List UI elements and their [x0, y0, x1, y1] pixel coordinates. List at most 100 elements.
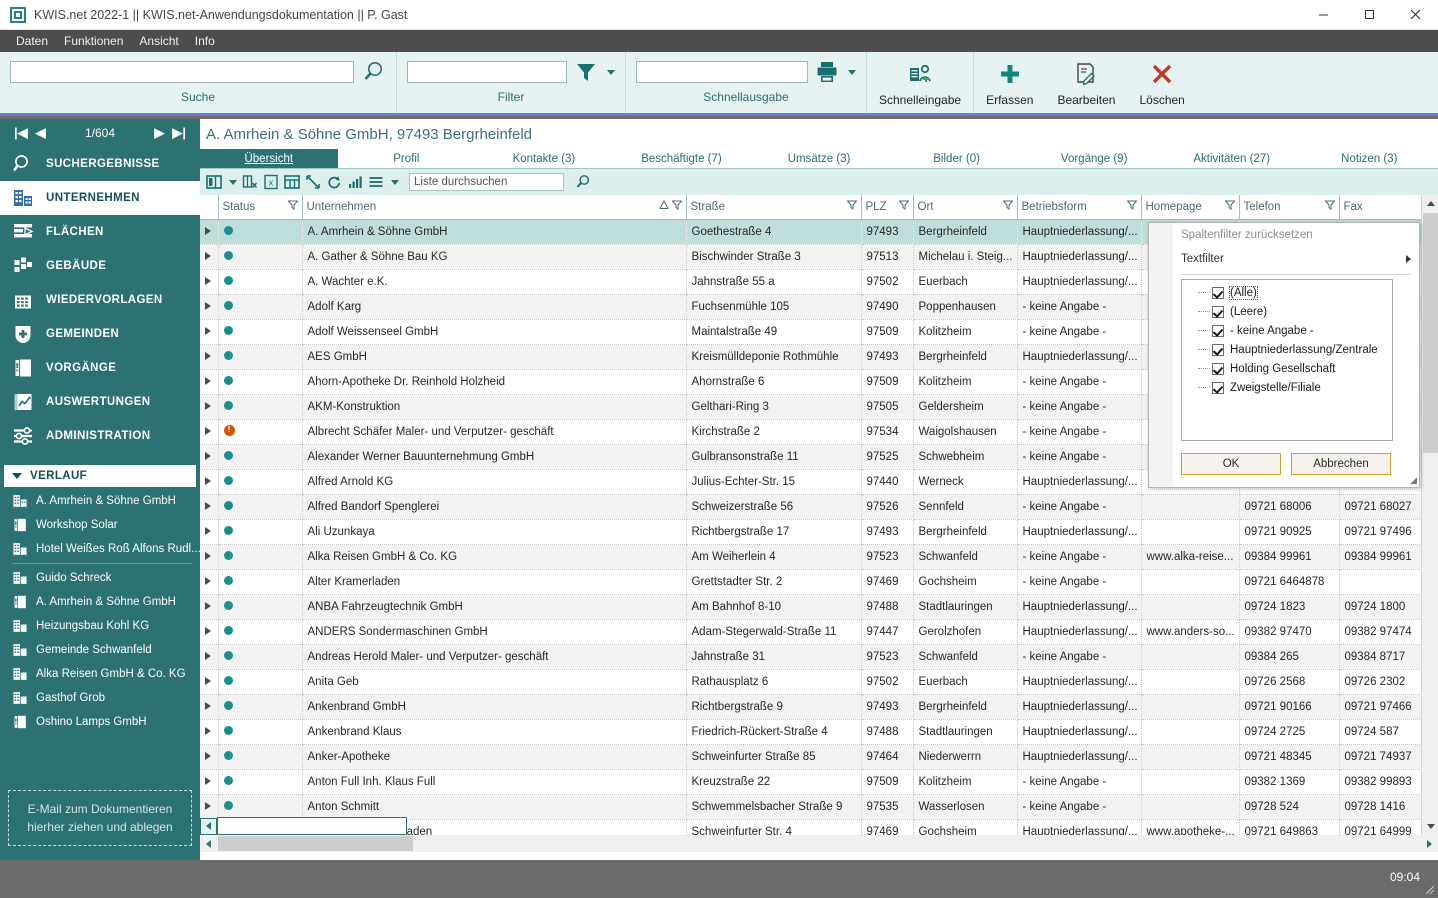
sidebar-item-suchergebnisse[interactable]: SUCHERGEBNISSE [0, 147, 200, 181]
row-expander[interactable] [200, 594, 219, 620]
row-expander[interactable] [200, 419, 219, 445]
pager-next-button[interactable]: ▶ [150, 125, 168, 141]
row-expander[interactable] [200, 444, 219, 470]
list-search-input[interactable]: Liste durchsuchen [409, 173, 564, 191]
table-row[interactable]: Ali Uzunkaya Richtbergstraße 17 97493 Bergr… [200, 519, 1422, 545]
vertical-scrollbar-thumb[interactable] [1423, 213, 1438, 453]
horizontal-scrollbar[interactable] [200, 835, 1438, 852]
row-indicator-button[interactable] [200, 817, 217, 835]
filter-icon[interactable] [286, 200, 299, 213]
erfassen-button[interactable]: Erfassen [974, 52, 1045, 113]
column-header-betriebsform[interactable]: Betriebsform [1017, 195, 1142, 220]
schnelleingabe-button[interactable]: Schnelleingabe [867, 52, 973, 113]
list-item[interactable]: Alka Reisen GmbH & Co. KG [0, 662, 200, 686]
row-expander[interactable] [200, 319, 219, 345]
loeschen-button[interactable]: Löschen [1127, 52, 1196, 113]
table-row[interactable]: Alka Reisen GmbH & Co. KG Am Weiherlein 4… [200, 544, 1422, 570]
search-input[interactable] [10, 61, 354, 83]
column-header-homepage[interactable]: Homepage [1141, 195, 1240, 220]
row-expander[interactable] [200, 569, 219, 595]
refresh-icon[interactable] [326, 174, 342, 190]
filter-icon[interactable] [1001, 200, 1014, 213]
tab-aktivitaeten[interactable]: Aktivitäten (27) [1163, 149, 1301, 168]
layout-icon[interactable] [284, 174, 300, 190]
table-row[interactable]: ANBA Fahrzeugtechnik GmbH Am Bahnhof 8-10… [200, 594, 1422, 620]
filter-dropdown-caret[interactable] [607, 69, 615, 75]
window-resize-grip-icon[interactable] [1422, 882, 1436, 896]
tab-uebersicht[interactable]: Übersicht [200, 149, 338, 168]
filter-icon[interactable] [845, 200, 858, 213]
cancel-button[interactable]: Abbrechen [1291, 453, 1391, 475]
close-button[interactable] [1392, 0, 1438, 30]
bearbeiten-button[interactable]: Bearbeiten [1045, 52, 1127, 113]
table-row[interactable]: Andreas Herold Maler- und Verputzer- ges… [200, 644, 1422, 670]
filter-icon[interactable] [670, 200, 683, 213]
chevron-down-icon[interactable] [229, 179, 237, 185]
statistics-icon[interactable] [347, 174, 363, 190]
row-expander[interactable] [200, 519, 219, 545]
tab-kontakte[interactable]: Kontakte (3) [475, 149, 613, 168]
columns-icon[interactable] [206, 174, 222, 190]
sidebar-item-gebaeude[interactable]: GEBÄUDE [0, 249, 200, 283]
row-expander[interactable] [200, 369, 219, 395]
filter-option-zweigstelle[interactable]: Zweigstelle/Filiale [1182, 378, 1392, 397]
checkbox[interactable] [1212, 343, 1224, 356]
row-expander[interactable] [200, 719, 219, 745]
textfilter-menu-item[interactable]: Textfilter [1173, 247, 1419, 271]
search-icon[interactable] [575, 174, 591, 190]
sidebar-item-vorgaenge[interactable]: VORGÄNGE [0, 351, 200, 385]
list-item[interactable]: Gasthof Grob [0, 686, 200, 710]
filter-icon[interactable] [897, 200, 910, 213]
row-expander[interactable] [200, 269, 219, 295]
tab-umsaetze[interactable]: Umsätze (3) [750, 149, 888, 168]
row-expander[interactable] [200, 544, 219, 570]
row-expander[interactable] [200, 344, 219, 370]
table-row[interactable]: Ankenbrand GmbH Richtbergstraße 9 97493 Ber… [200, 694, 1422, 720]
row-expander[interactable] [200, 794, 219, 820]
minimize-button[interactable] [1300, 0, 1346, 30]
scroll-up-button[interactable] [1422, 195, 1438, 212]
history-header[interactable]: VERLAUF [4, 465, 196, 487]
checkbox[interactable] [1212, 362, 1224, 375]
list-item[interactable]: Workshop Solar [0, 513, 200, 537]
tab-profil[interactable]: Profil [338, 149, 476, 168]
filter-option-alle[interactable]: (Alle) [1182, 283, 1392, 302]
resize-grip-icon[interactable]: ◢ [1410, 475, 1417, 486]
excel-export-icon[interactable]: x [263, 174, 279, 190]
list-item[interactable]: Heizungsbau Kohl KG [0, 614, 200, 638]
sidebar-item-flaechen[interactable]: FLÄCHEN [0, 215, 200, 249]
row-expander[interactable] [200, 619, 219, 645]
filter-input[interactable] [407, 61, 567, 83]
checkbox[interactable] [1212, 286, 1224, 299]
filter-option-leere[interactable]: (Leere) [1182, 302, 1392, 321]
filter-options-list[interactable]: (Alle) (Leere) - keine Angabe - Hauptnie… [1181, 279, 1393, 441]
menu-item-ansicht[interactable]: Ansicht [131, 32, 186, 50]
list-item[interactable]: Hotel Weißes Roß Alfons Rudl... [0, 537, 200, 561]
row-expander[interactable] [200, 769, 219, 795]
table-row[interactable]: Anker-Apotheke Schweinfurter Straße 85 974… [200, 744, 1422, 770]
sidebar-item-auswertungen[interactable]: AUSWERTUNGEN [0, 385, 200, 419]
list-item[interactable]: Oshino Lamps GmbH [0, 710, 200, 734]
vertical-scrollbar[interactable] [1421, 195, 1438, 835]
tab-vorgaenge[interactable]: Vorgänge (9) [1025, 149, 1163, 168]
row-expander[interactable] [200, 494, 219, 520]
ok-button[interactable]: OK [1181, 453, 1281, 475]
scroll-left-button[interactable] [200, 835, 217, 852]
tab-bilder[interactable]: Bilder (0) [888, 149, 1026, 168]
filter-option-holding[interactable]: Holding Gesellschaft [1182, 359, 1392, 378]
column-header-ort[interactable]: Ort [913, 195, 1018, 220]
list-item[interactable]: Gemeinde Schwanfeld [0, 638, 200, 662]
sidebar-item-administration[interactable]: ADMINISTRATION [0, 419, 200, 453]
inline-edit-input[interactable] [217, 817, 407, 835]
filter-icon[interactable] [1323, 200, 1336, 213]
column-header-plz[interactable]: PLZ [861, 195, 914, 220]
table-row[interactable]: Anton Full Inh. Klaus Full Kreuzstraße 22… [200, 769, 1422, 795]
pager-first-button[interactable]: |◀ [10, 125, 32, 141]
sidebar-item-gemeinden[interactable]: GEMEINDEN [0, 317, 200, 351]
row-expander[interactable] [200, 219, 219, 245]
reset-column-filter-menu-item[interactable]: Spaltenfilter zurücksetzen [1173, 223, 1419, 247]
row-expander[interactable] [200, 394, 219, 420]
column-header-strasse[interactable]: Straße [686, 195, 862, 220]
menu-item-daten[interactable]: Daten [8, 32, 56, 50]
search-icon[interactable] [360, 59, 386, 85]
